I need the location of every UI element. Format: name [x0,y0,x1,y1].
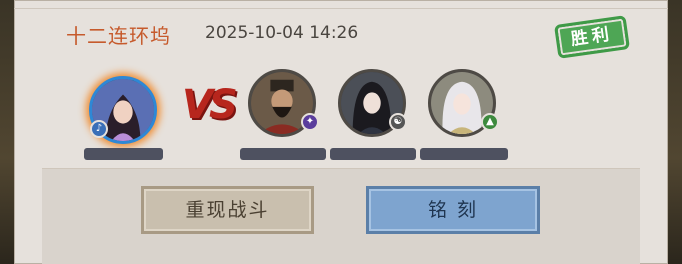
opponent-name-bar-1 [240,148,326,160]
left-background-strip [0,0,14,264]
engrave-button[interactable]: 铭 刻 [366,186,540,234]
right-background-strip [668,0,682,264]
opponent-name-bar-2 [330,148,416,160]
boot-icon: ▲ [481,113,499,131]
self-name-bar [84,148,163,160]
stage-title: 十二连环坞 [66,24,171,48]
replay-battle-button[interactable]: 重现战斗 [141,186,314,234]
yin-yang-icon: ☯ [389,113,407,131]
card-top-line [14,8,668,9]
battle-datetime: 2025-10-04 14:26 [205,23,359,43]
opponent-name-bar-3 [420,148,508,160]
music-icon: ♪ [90,120,108,138]
versus-label: VS [182,82,238,128]
staff-icon: ✦ [301,113,319,131]
action-area [42,169,640,264]
